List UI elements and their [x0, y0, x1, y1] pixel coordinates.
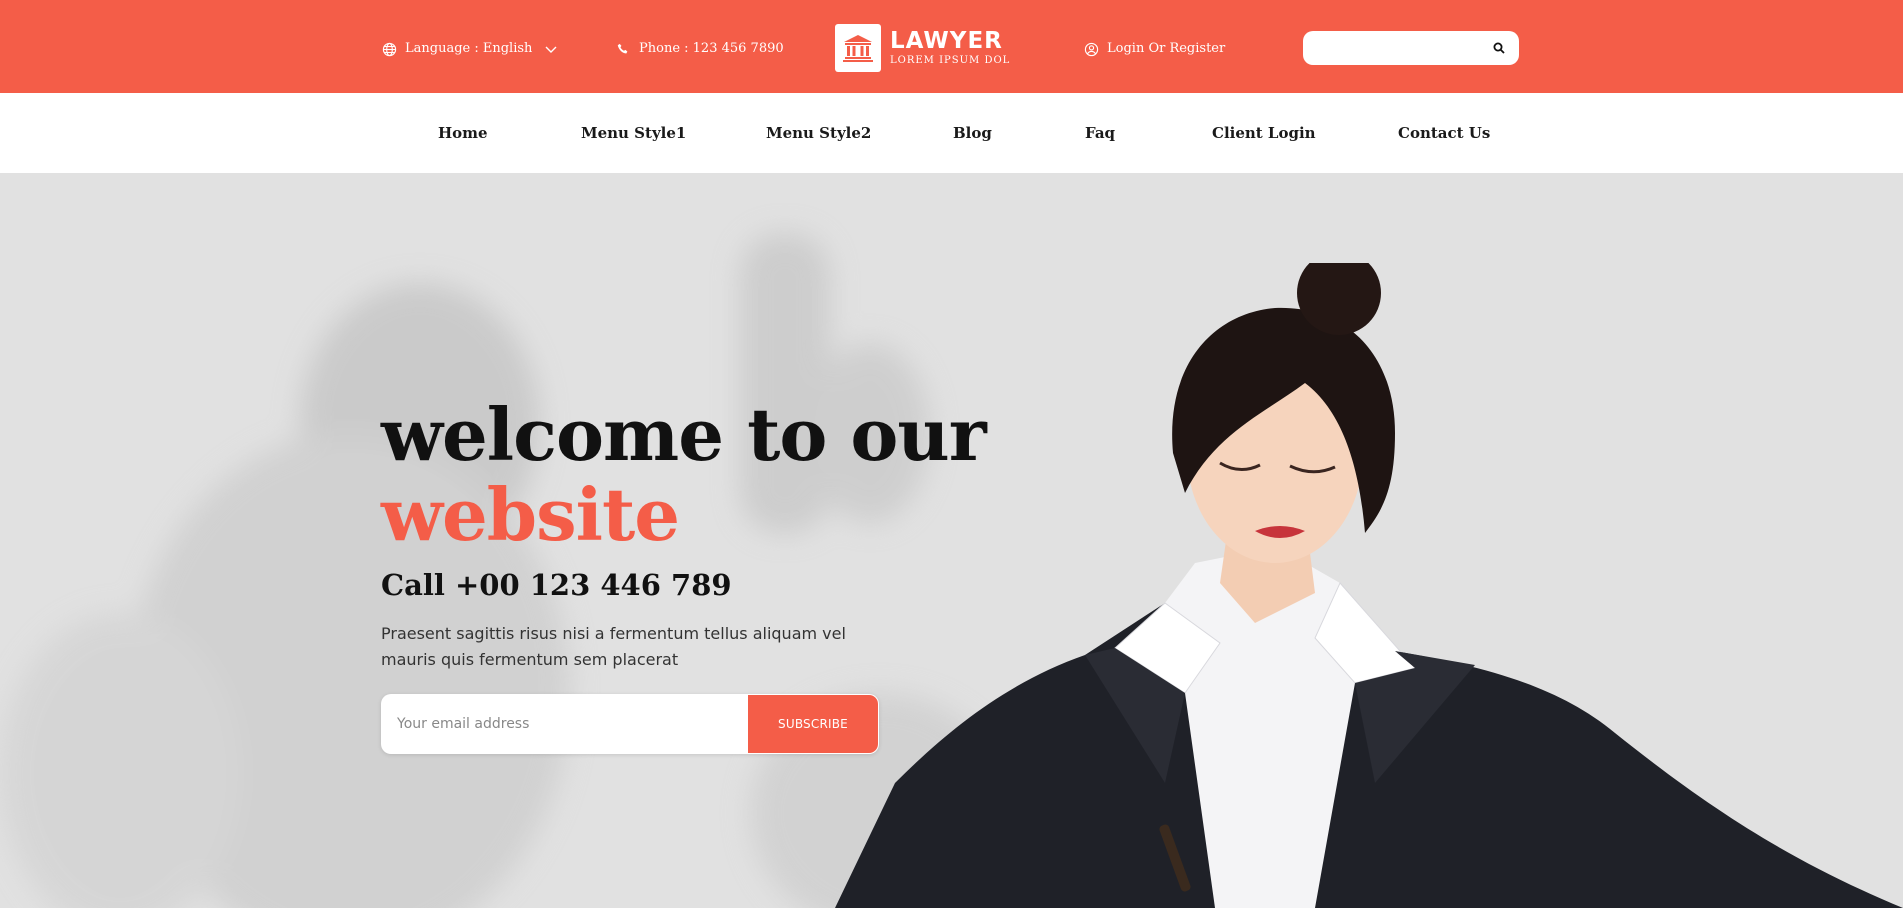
nav-item-client-login[interactable]: Client Login — [1212, 123, 1316, 143]
nav-item-faq[interactable]: Faq — [1085, 123, 1115, 143]
search-input[interactable] — [1315, 37, 1485, 59]
hero-title-highlight: website — [381, 472, 680, 557]
hero-description: Praesent sagittis risus nisi a fermentum… — [381, 624, 846, 669]
businesswoman-photo — [835, 263, 1903, 908]
phone-icon — [615, 41, 631, 57]
language-selector[interactable]: Language : English — [381, 37, 558, 61]
nav-item-contact-us[interactable]: Contact Us — [1398, 123, 1490, 143]
phone-info[interactable]: Phone : 123 456 7890 — [615, 37, 784, 61]
nav-item-menu-style1[interactable]: Menu Style1 — [581, 123, 686, 143]
login-label: Login Or Register — [1107, 41, 1226, 56]
login-register-link[interactable]: Login Or Register — [1083, 37, 1225, 61]
search-box — [1303, 31, 1519, 65]
email-field[interactable] — [397, 712, 727, 736]
hero-section: welcome to our website Call +00 123 446 … — [0, 173, 1903, 908]
globe-icon — [381, 41, 397, 57]
hero-call-number: Call +00 123 446 789 — [381, 568, 732, 602]
subscribe-button[interactable]: SUBSCRIBE — [748, 695, 878, 753]
logo-text: LAWYER LOREM IPSUM DOL — [890, 29, 1010, 67]
chevron-down-icon — [544, 42, 558, 56]
nav-item-menu-style2[interactable]: Menu Style2 — [766, 123, 871, 143]
subscribe-form: SUBSCRIBE — [381, 694, 879, 754]
logo-title: LAWYER — [890, 28, 1003, 54]
courthouse-icon — [835, 24, 881, 72]
phone-label: Phone : 123 456 7890 — [639, 41, 784, 56]
logo-subtitle: LOREM IPSUM DOL — [890, 55, 1011, 66]
nav-item-blog[interactable]: Blog — [953, 123, 992, 143]
user-icon — [1083, 41, 1099, 57]
search-icon[interactable] — [1493, 42, 1505, 54]
language-label: Language : English — [405, 41, 533, 56]
hero-title: welcome to our — [381, 392, 987, 477]
top-bar: Language : English Phone : 123 456 7890 … — [0, 0, 1903, 93]
nav-item-home[interactable]: Home — [438, 123, 488, 143]
site-logo[interactable]: LAWYER LOREM IPSUM DOL — [835, 24, 1010, 72]
main-nav: Home Menu Style1 Menu Style2 Blog Faq Cl… — [0, 93, 1903, 173]
